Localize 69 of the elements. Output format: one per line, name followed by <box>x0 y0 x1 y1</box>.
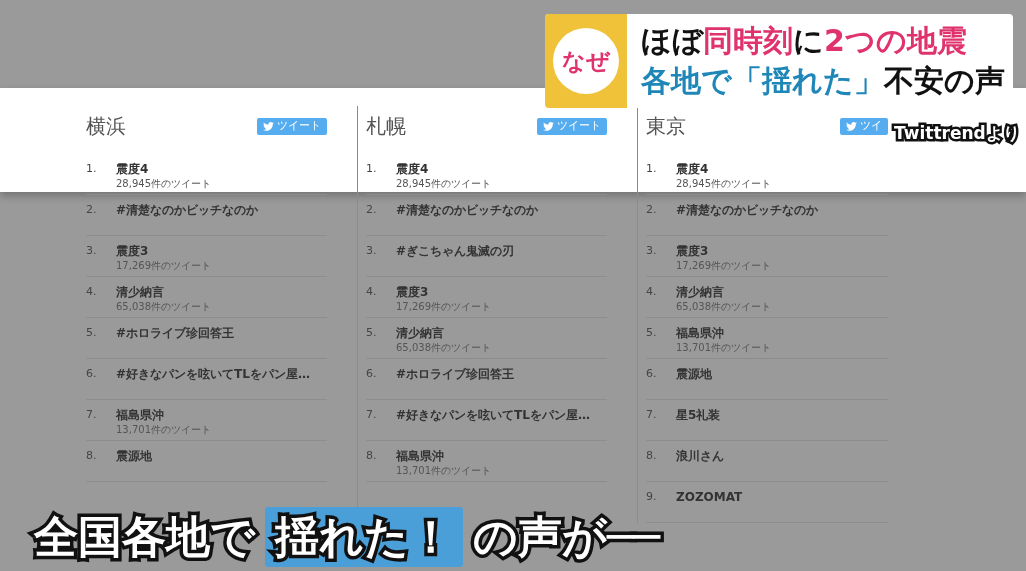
trend-link[interactable]: #清楚なのかビッチなのか <box>396 201 539 219</box>
rank-number: 3. <box>366 243 378 259</box>
trend-link[interactable]: #好きなパンを呟いてTLをパン屋… <box>396 406 590 424</box>
trend-link[interactable]: ZOZOMAT <box>676 488 743 506</box>
tweet-count: 28,945件のツイート <box>396 178 491 190</box>
rank-number: 4. <box>646 284 658 300</box>
trend-link[interactable]: 清少納言 <box>676 283 771 301</box>
city-title: 札幌 <box>366 113 406 140</box>
tweet-count: 28,945件のツイート <box>116 178 211 190</box>
city-title: 東京 <box>646 113 686 140</box>
bird-icon <box>846 121 857 131</box>
trend-link[interactable]: #好きなパンを呟いてTLをパン屋… <box>116 365 310 383</box>
rank-number: 8. <box>86 448 98 464</box>
caption-text: の声が── <box>472 510 662 564</box>
trend-link[interactable]: 震度4 <box>396 160 491 178</box>
trend-link[interactable]: 星5礼装 <box>676 406 721 424</box>
trend-link[interactable]: 震度4 <box>116 160 211 178</box>
rank-number: 3. <box>646 243 658 259</box>
bird-icon <box>543 121 554 131</box>
city-title: 横浜 <box>86 113 126 140</box>
trend-link[interactable]: 福島県沖 <box>396 447 491 465</box>
trend-link[interactable]: #ぎこちゃん鬼滅の刃 <box>396 242 515 260</box>
caption-text: 揺れた！ <box>265 507 463 567</box>
rank-number: 6. <box>366 366 378 382</box>
rank-number: 1. <box>646 161 658 177</box>
headline-text: ほぼ <box>641 22 703 60</box>
rank-number: 5. <box>366 325 378 341</box>
trend-link[interactable]: 震源地 <box>676 365 712 383</box>
bird-icon <box>263 121 274 131</box>
trend-link[interactable]: 震度4 <box>676 160 771 178</box>
rank-number: 4. <box>86 284 98 300</box>
rank-number: 1. <box>366 161 378 177</box>
trend-link[interactable]: 福島県沖 <box>116 406 211 424</box>
rank-number: 5. <box>86 325 98 341</box>
headline-text: 2つの地震 <box>824 22 967 60</box>
rank-number: 8. <box>366 448 378 464</box>
rank-number: 2. <box>86 202 98 218</box>
trend-link[interactable]: 震度3 <box>116 242 211 260</box>
headline-text: に <box>793 22 824 60</box>
trend-link[interactable]: #清楚なのかビッチなのか <box>116 201 259 219</box>
rank-number: 6. <box>646 366 658 382</box>
why-badge: なぜ <box>553 28 619 94</box>
rank-number: 5. <box>646 325 658 341</box>
rank-number: 3. <box>86 243 98 259</box>
trend-link[interactable]: 福島県沖 <box>676 324 771 342</box>
rank-number: 7. <box>646 407 658 423</box>
rank-number: 1. <box>86 161 98 177</box>
rank-number: 7. <box>366 407 378 423</box>
rank-number: 4. <box>366 284 378 300</box>
caption-text: 全国各地で <box>33 510 256 564</box>
rank-number: 7. <box>86 407 98 423</box>
rank-number: 6. <box>86 366 98 382</box>
headline-text: 同時刻 <box>703 22 793 60</box>
rank-number: 9. <box>646 489 658 505</box>
rank-number: 8. <box>646 448 658 464</box>
tweet-count: 28,945件のツイート <box>676 178 771 190</box>
trend-link[interactable]: 清少納言 <box>396 324 491 342</box>
rank-number: 2. <box>366 202 378 218</box>
trend-link[interactable]: #ホロライブ珍回答王 <box>116 324 235 342</box>
trend-link[interactable]: 清少納言 <box>116 283 211 301</box>
rank-number: 2. <box>646 202 658 218</box>
headline-text: 不安の声 <box>884 62 1005 100</box>
trend-link[interactable]: 震度3 <box>676 242 771 260</box>
trend-link[interactable]: #ホロライブ珍回答王 <box>396 365 515 383</box>
trend-link[interactable]: 震度3 <box>396 283 491 301</box>
trend-link[interactable]: 浪川さん <box>676 447 724 465</box>
headline-text: 各地で「揺れた」 <box>641 62 884 100</box>
trend-link[interactable]: #清楚なのかビッチなのか <box>676 201 819 219</box>
trend-link[interactable]: 震源地 <box>116 447 152 465</box>
